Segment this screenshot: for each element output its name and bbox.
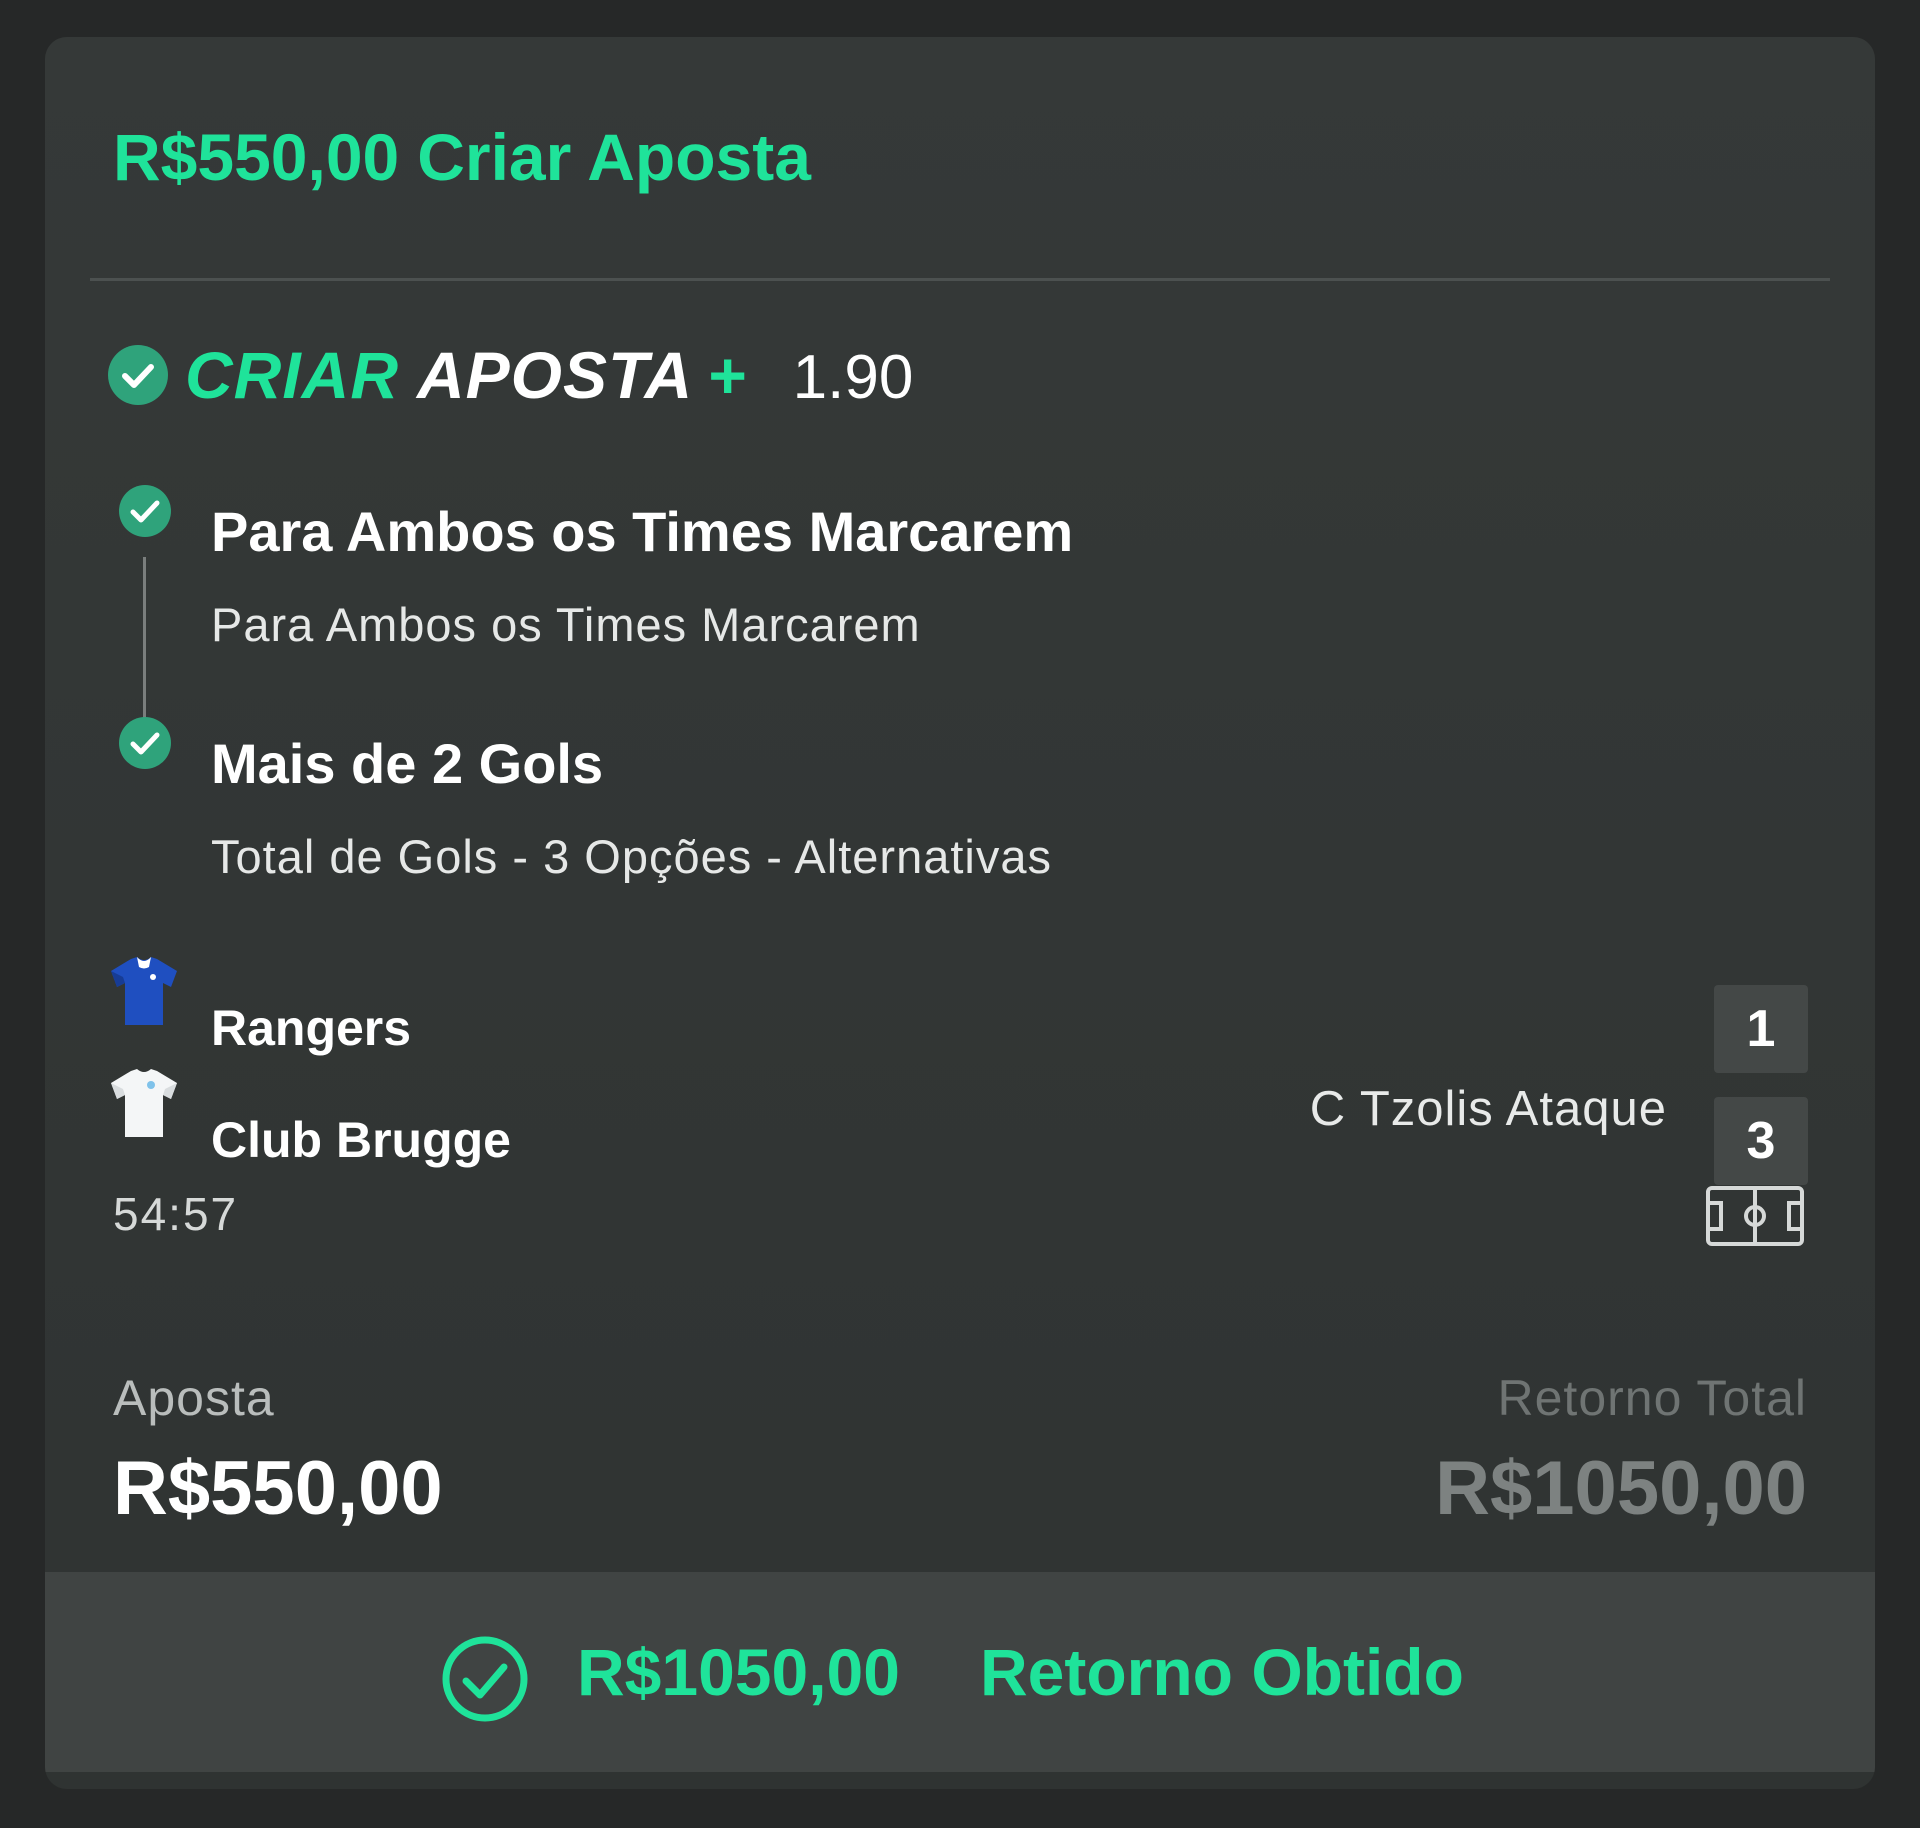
selection-market: Total de Gols - 3 Opções - Alternativas [211, 830, 1052, 883]
selection-market: Para Ambos os Times Marcarem [211, 598, 921, 651]
check-circle-icon [119, 485, 171, 537]
return-obtained-amount: R$1050,00 [577, 1635, 900, 1709]
bet-card: R$550,00 Criar Aposta CRIAR APOSTA +1.90 Pa… [45, 37, 1875, 1789]
jersey-white-icon [111, 1069, 177, 1137]
team-name-away: Club Brugge [211, 1112, 511, 1168]
bet-header-title: R$550,00 Criar Aposta [113, 119, 829, 195]
bet-builder-brand: CRIAR APOSTA +1.90 [185, 337, 913, 417]
score-home: 1 [1714, 985, 1808, 1073]
total-return-label: Retorno Total [1497, 1370, 1807, 1426]
team-name-home: Rangers [211, 1000, 412, 1056]
bet-odds: 1.90 [792, 343, 914, 412]
match-clock: 54:57 [113, 1188, 239, 1240]
check-circle-icon [119, 717, 171, 769]
brand-aposta: APOSTA [417, 338, 694, 412]
check-circle-outline-icon [442, 1636, 528, 1722]
brand-criar: CRIAR [185, 338, 399, 412]
jersey-blue-icon [111, 957, 177, 1025]
return-obtained-banner: R$1050,00 Retorno Obtido [45, 1572, 1875, 1772]
header-divider [90, 278, 1830, 281]
return-obtained-label: Retorno Obtido [980, 1635, 1464, 1709]
total-return-value: R$1050,00 [1435, 1446, 1807, 1531]
stake-value: R$550,00 [113, 1446, 443, 1531]
check-circle-icon [108, 345, 168, 405]
brand-plus: + [707, 338, 747, 412]
header-amount: R$550,00 [113, 120, 400, 194]
selection-title: Para Ambos os Times Marcarem [211, 500, 1074, 563]
selection-title: Mais de 2 Gols [211, 732, 604, 795]
goal-scorer: C Tzolis Ataque [1309, 1082, 1667, 1136]
football-pitch-icon[interactable] [1705, 1185, 1805, 1247]
header-label: Criar Aposta [417, 120, 811, 194]
stake-label: Aposta [113, 1370, 275, 1426]
score-away: 3 [1714, 1097, 1808, 1185]
